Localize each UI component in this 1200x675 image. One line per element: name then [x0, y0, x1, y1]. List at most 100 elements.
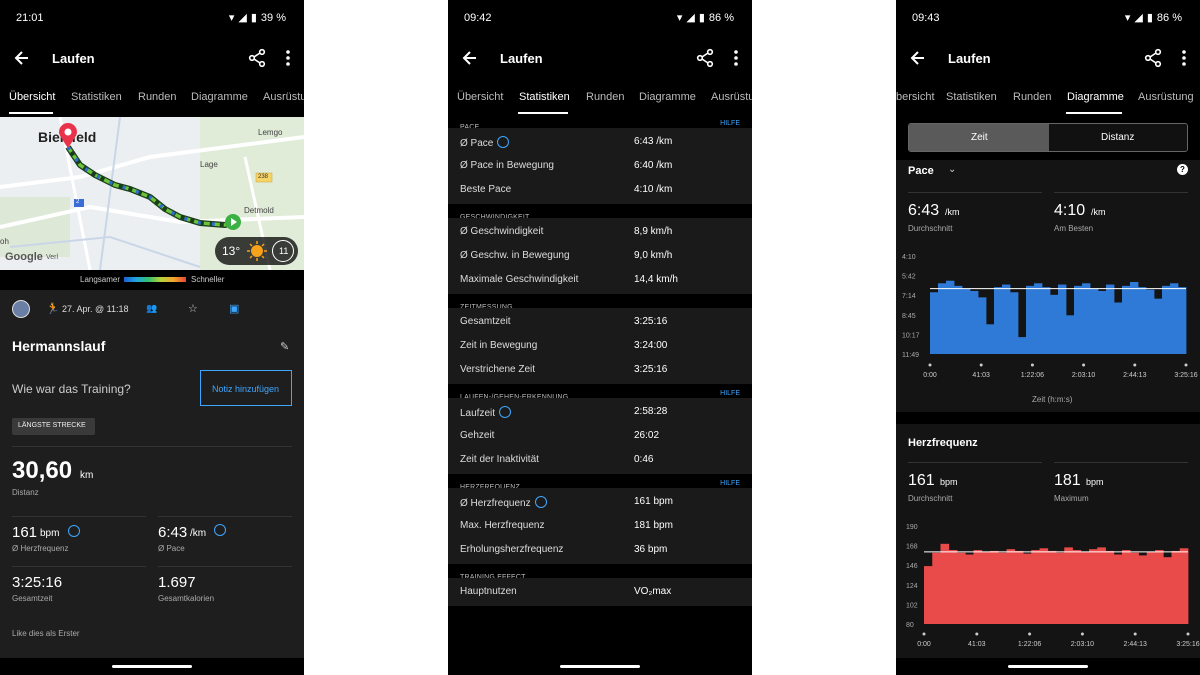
tab-statistics[interactable]: Statistiken [519, 91, 570, 103]
pace-bar [1034, 283, 1043, 354]
tab-laps[interactable]: Runden [138, 91, 177, 103]
tab-charts[interactable]: Diagramme [191, 91, 248, 103]
help-link[interactable]: HILFE [720, 480, 740, 487]
battery-icon: ▮ [1146, 12, 1153, 24]
battery-level: 39 % [260, 11, 286, 24]
chevron-down-icon[interactable]: ⌄ [948, 164, 956, 175]
page-title: Laufen [948, 51, 991, 66]
pace-bar [1018, 337, 1027, 354]
people-icon[interactable]: 👥 [146, 303, 157, 314]
hr-bar [1155, 550, 1164, 624]
pace-bar [1026, 285, 1035, 354]
stat-label: Ø Geschw. in Bewegung [460, 250, 570, 261]
hr-y-tick: 168 [906, 544, 918, 551]
share-icon[interactable] [1143, 48, 1163, 68]
hr-bar [1122, 550, 1131, 624]
pace-bar [1042, 287, 1051, 354]
pace-bar [946, 280, 955, 354]
hr-bar [1039, 548, 1049, 624]
pace-x-axis-title: Zeit (h:m:s) [1032, 395, 1073, 404]
toggle-distance[interactable]: Distanz [1049, 124, 1187, 151]
help-icon[interactable]: ? [1177, 164, 1188, 175]
status-bar: 09:43 ▾ ◢ ▮ 86 % [896, 0, 1200, 36]
battery-level: 86 % [1156, 11, 1182, 24]
info-icon[interactable] [534, 496, 547, 508]
tab-statistics[interactable]: Statistiken [71, 91, 122, 103]
hr-info-icon[interactable] [68, 525, 80, 537]
battery-level: 86 % [708, 11, 734, 24]
hr-avg-label: Durchschnitt [908, 494, 953, 503]
tab-indicator [9, 112, 53, 114]
info-icon[interactable] [499, 406, 512, 418]
stat-row: Ø Geschw. in Bewegung 9,0 km/h [448, 244, 752, 268]
toggle-time[interactable]: Zeit [909, 124, 1049, 151]
pace-x-tick: 2:44:13 [1123, 372, 1146, 379]
more-vert-icon[interactable] [278, 48, 298, 68]
hr-bar [957, 552, 966, 624]
stat-label: Maximale Geschwindigkeit [460, 274, 579, 285]
back-arrow-icon[interactable] [908, 48, 928, 68]
pace-bar [954, 285, 963, 354]
legend-slow: Langsamer [80, 275, 121, 284]
stat-label: Gehzeit [460, 430, 495, 441]
star-icon[interactable]: ☆ [188, 302, 198, 315]
stat-value: 8,9 km/h [634, 226, 673, 237]
stat-row: Zeit der Inaktivität 0:46 [448, 448, 752, 472]
hr-x-tick-dot [1186, 632, 1190, 636]
status-time: 21:01 [16, 12, 44, 24]
back-arrow-icon[interactable] [12, 48, 32, 68]
tab-equipment[interactable]: Ausrüstung [1138, 91, 1194, 103]
pace-chart[interactable]: 4:10 5:42 7:14 8:45 10:17 11:49 0:00 41:03 1:22:… [896, 248, 1200, 388]
tab-overview[interactable]: Übersicht [457, 91, 503, 103]
tab-overview[interactable]: Übersicht [9, 91, 55, 103]
pace-info-icon[interactable] [214, 524, 226, 536]
share-icon[interactable] [695, 48, 715, 68]
pace-bar [970, 290, 979, 354]
hr-max-value: 181 [1054, 472, 1081, 489]
calories-value: 1.697 [158, 574, 196, 591]
pace-bar [1050, 294, 1059, 354]
add-note-button[interactable]: Notiz hinzufügen [200, 370, 292, 406]
pace-bar [962, 288, 971, 354]
gesture-bar[interactable] [1008, 665, 1088, 668]
share-icon[interactable] [247, 48, 267, 68]
tab-charts[interactable]: Diagramme [1067, 91, 1124, 103]
hr-y-tick: 80 [906, 622, 914, 629]
pace-chart-title[interactable]: Pace [908, 165, 934, 177]
help-link[interactable]: HILFE [720, 120, 740, 127]
tab-charts[interactable]: Diagramme [639, 91, 696, 103]
pace-x-tick-dot [1133, 363, 1137, 367]
avatar[interactable] [12, 300, 30, 318]
hr-bar [973, 550, 983, 624]
route-map[interactable]: Bielefeld Lemgo Lage Detmold 238 2 oh Go… [0, 117, 304, 270]
add-photo-icon[interactable]: ▣ [229, 302, 239, 315]
stat-row: Hauptnutzen VO₂max [448, 580, 752, 604]
pace-avg-unit: /km [945, 207, 960, 217]
more-vert-icon[interactable] [726, 48, 746, 68]
tab-laps[interactable]: Runden [1013, 91, 1052, 103]
temperature: 13° [222, 244, 241, 258]
hr-x-tick: 2:44:13 [1124, 641, 1147, 648]
tab-statistics[interactable]: Statistiken [946, 91, 997, 103]
pace-y-tick: 5:42 [902, 274, 916, 281]
pace-best-value: 4:10 [1054, 202, 1086, 219]
tab-laps[interactable]: Runden [586, 91, 625, 103]
back-arrow-icon[interactable] [460, 48, 480, 68]
hr-chart[interactable]: 190 168 146 124 102 80 0:00 41:03 1:22:06 2:03:10… [896, 518, 1200, 653]
phone-statistics: 09:42 ▾ ◢ ▮ 86 % Laufen Übersicht Statis… [448, 0, 752, 675]
tab-overview[interactable]: bersicht [896, 91, 935, 103]
more-vert-icon[interactable] [1174, 48, 1194, 68]
divider [908, 462, 1042, 463]
tab-equipment[interactable]: Ausrüstu [711, 91, 752, 103]
hr-avg-unit: bpm [40, 528, 60, 539]
like-prompt[interactable]: Like dies als Erster [12, 629, 80, 638]
tab-equipment[interactable]: Ausrüstu [263, 91, 304, 103]
gesture-bar[interactable] [560, 665, 640, 668]
divider [158, 516, 292, 517]
hr-chart-title: Herzfrequenz [908, 437, 978, 449]
help-link[interactable]: HILFE [720, 390, 740, 397]
info-icon[interactable] [497, 136, 510, 148]
gesture-bar[interactable] [112, 665, 192, 668]
edit-icon[interactable]: ✎ [280, 340, 289, 353]
weather-widget[interactable]: 13° 11 [215, 237, 298, 265]
